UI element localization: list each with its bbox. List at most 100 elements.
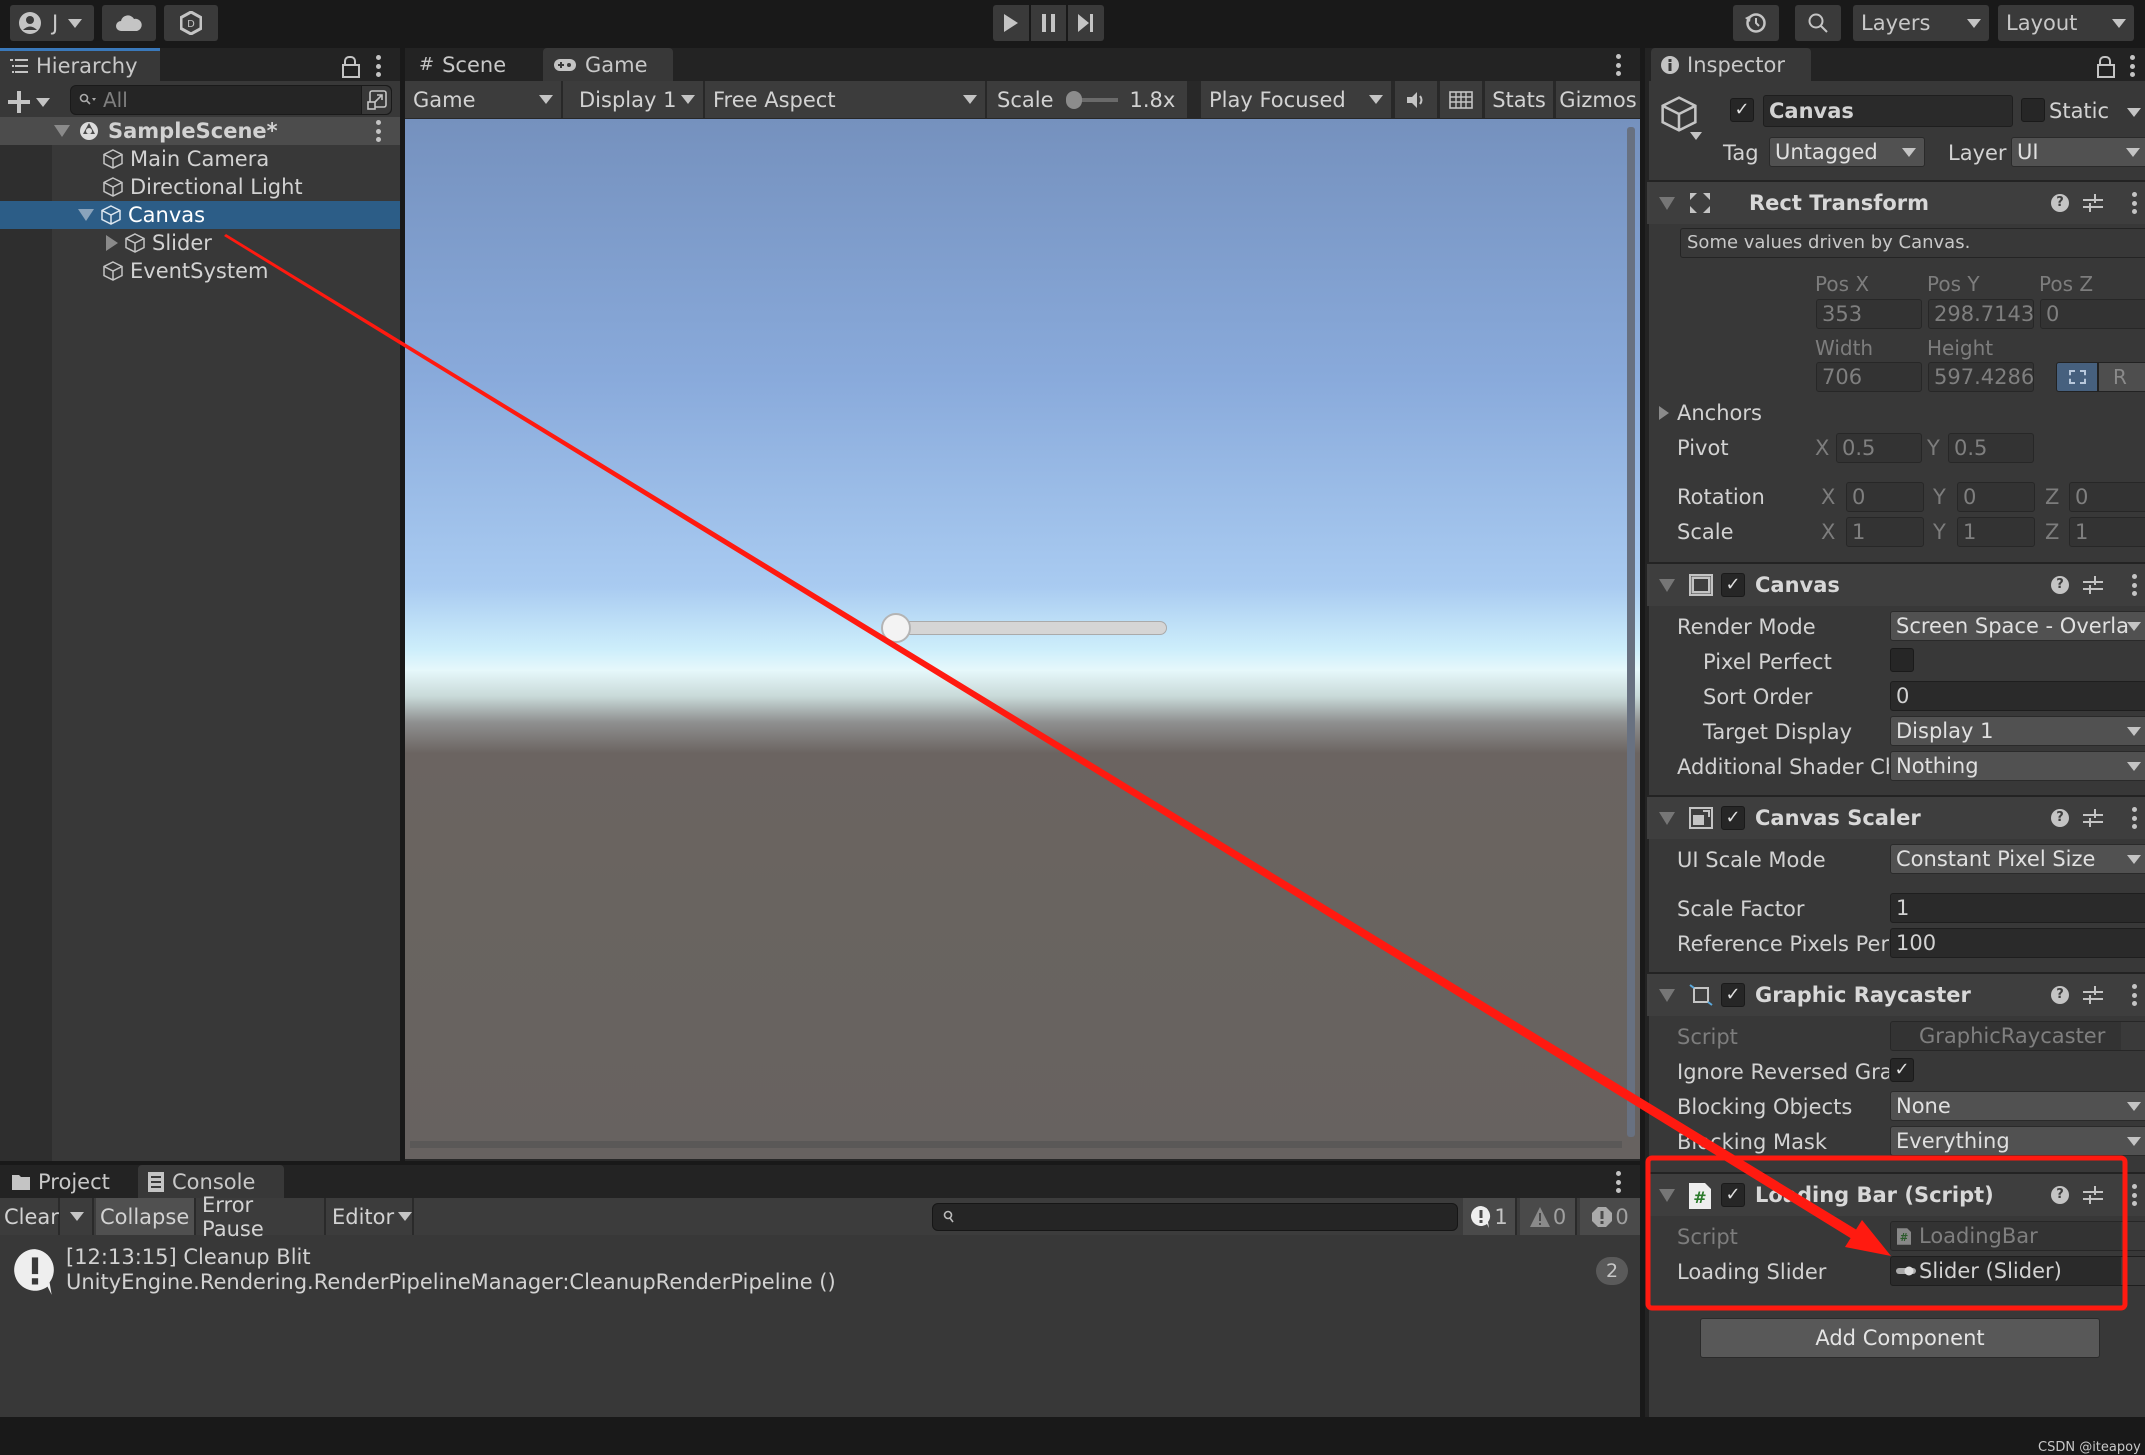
fold-arrow-icon[interactable] xyxy=(1659,197,1675,210)
ui-scale-mode-dropdown[interactable]: Constant Pixel Size xyxy=(1890,844,2145,874)
height-field[interactable]: 597.4286 xyxy=(1928,362,2034,392)
more-options-icon[interactable] xyxy=(375,55,381,77)
help-icon[interactable]: ? xyxy=(2051,1186,2069,1204)
render-mode-dropdown[interactable]: Screen Space - Overla xyxy=(1890,611,2145,641)
anchors-expand-icon[interactable] xyxy=(1659,406,1669,420)
account-button[interactable]: J xyxy=(10,5,94,41)
game-viewport[interactable] xyxy=(405,119,1640,1159)
presets-icon[interactable] xyxy=(2083,809,2103,827)
component-menu-icon[interactable] xyxy=(2131,807,2137,829)
clear-options-dropdown[interactable] xyxy=(62,1198,94,1235)
pivot-x-field[interactable]: 0.5 xyxy=(1836,433,1922,463)
static-dropdown-arrow[interactable] xyxy=(2127,108,2141,117)
canvas-component-header[interactable]: ✓ Canvas ? xyxy=(1647,562,2145,606)
blocking-mask-dropdown[interactable]: Everything xyxy=(1890,1126,2145,1156)
component-menu-icon[interactable] xyxy=(2131,1184,2137,1206)
canvas-scaler-enabled-checkbox[interactable]: ✓ xyxy=(1721,806,1745,830)
undo-history-button[interactable] xyxy=(1733,5,1779,41)
object-picker-icon[interactable] xyxy=(2121,1022,2145,1050)
clear-button[interactable]: Clear xyxy=(0,1198,60,1235)
play-button[interactable] xyxy=(993,5,1029,41)
shader-channels-dropdown[interactable]: Nothing xyxy=(1890,751,2145,781)
blueprint-mode-button[interactable] xyxy=(2056,362,2098,392)
hierarchy-item-eventsystem[interactable]: EventSystem xyxy=(0,257,400,285)
display-dropdown[interactable]: Display 1 xyxy=(563,81,703,118)
rotation-x-field[interactable]: 0 xyxy=(1846,482,1924,512)
mute-audio-button[interactable] xyxy=(1395,81,1437,118)
rotation-z-field[interactable]: 0 xyxy=(2069,482,2145,512)
width-field[interactable]: 706 xyxy=(1816,362,1922,392)
fold-arrow-icon[interactable] xyxy=(1659,812,1675,825)
tag-dropdown[interactable]: Untagged xyxy=(1769,137,1925,167)
collab-button[interactable]: D xyxy=(164,5,218,41)
more-options-icon[interactable] xyxy=(1615,1171,1621,1193)
scale-factor-field[interactable]: 1 xyxy=(1890,893,2145,923)
pos-x-field[interactable]: 353 xyxy=(1816,299,1922,329)
slider-handle[interactable] xyxy=(881,613,911,643)
hierarchy-item-directional-light[interactable]: Directional Light xyxy=(0,173,400,201)
viewport-vertical-scrollbar[interactable] xyxy=(1627,127,1635,1137)
more-options-icon[interactable] xyxy=(1615,54,1621,76)
more-options-icon[interactable] xyxy=(2129,55,2135,77)
game-ui-slider[interactable] xyxy=(881,613,1167,643)
scale-x-field[interactable]: 1 xyxy=(1846,517,1924,547)
object-name-input[interactable]: Canvas xyxy=(1763,95,2013,127)
presets-icon[interactable] xyxy=(2083,986,2103,1004)
cloud-button[interactable] xyxy=(102,5,156,41)
viewport-horizontal-scrollbar[interactable] xyxy=(410,1141,1622,1148)
pos-y-field[interactable]: 298.7143 xyxy=(1928,299,2034,329)
collapse-toggle[interactable]: Collapse xyxy=(96,1198,196,1235)
reference-pixels-field[interactable]: 100 xyxy=(1890,928,2145,958)
console-entry[interactable]: [12:13:15] Cleanup Blit UnityEngine.Rend… xyxy=(0,1237,1640,1299)
gizmos-button[interactable]: Gizmos xyxy=(1556,81,1640,118)
raw-edit-button[interactable]: R xyxy=(2098,362,2145,392)
loading-bar-script-field[interactable]: # LoadingBar xyxy=(1890,1221,2145,1251)
game-mode-dropdown[interactable]: Game xyxy=(405,81,561,118)
object-picker-icon[interactable] xyxy=(2121,1222,2145,1250)
scale-slider-thumb[interactable] xyxy=(1065,90,1082,109)
tab-project[interactable]: Project xyxy=(2,1165,136,1198)
blocking-objects-dropdown[interactable]: None xyxy=(1890,1091,2145,1121)
scale-y-field[interactable]: 1 xyxy=(1957,517,2035,547)
scale-z-field[interactable]: 1 xyxy=(2069,517,2145,547)
component-menu-icon[interactable] xyxy=(2131,192,2137,214)
component-menu-icon[interactable] xyxy=(2131,984,2137,1006)
loading-bar-enabled-checkbox[interactable]: ✓ xyxy=(1721,1183,1745,1207)
lock-icon[interactable] xyxy=(2097,56,2115,78)
scene-options-icon[interactable] xyxy=(375,120,381,142)
hierarchy-item-main-camera[interactable]: Main Camera xyxy=(0,145,400,173)
create-button[interactable] xyxy=(8,88,52,116)
active-checkbox[interactable]: ✓ xyxy=(1730,98,1754,122)
log-filter-toggle[interactable]: 1 xyxy=(1463,1198,1517,1235)
pixel-perfect-checkbox[interactable] xyxy=(1890,648,1914,672)
icon-picker-arrow[interactable] xyxy=(1690,132,1702,140)
error-pause-toggle[interactable]: Error Pause xyxy=(198,1193,326,1241)
graphic-raycaster-enabled-checkbox[interactable]: ✓ xyxy=(1721,983,1745,1007)
play-focused-dropdown[interactable]: Play Focused xyxy=(1201,81,1391,118)
layout-dropdown[interactable]: Layout xyxy=(1998,5,2134,41)
tab-scene[interactable]: # Scene xyxy=(409,48,541,81)
error-filter-toggle[interactable]: 0 xyxy=(1580,1198,1640,1235)
step-button[interactable] xyxy=(1068,5,1104,41)
ignore-reversed-checkbox[interactable]: ✓ xyxy=(1890,1058,1914,1082)
collapse-icon[interactable] xyxy=(78,209,94,221)
tab-game[interactable]: Game xyxy=(543,48,673,81)
lock-icon[interactable] xyxy=(342,56,360,78)
raycaster-script-field[interactable]: GraphicRaycaster xyxy=(1890,1021,2145,1051)
search-scene-button[interactable] xyxy=(361,86,391,114)
help-icon[interactable]: ? xyxy=(2051,986,2069,1004)
canvas-scaler-header[interactable]: ✓ Canvas Scaler ? xyxy=(1647,795,2145,839)
presets-icon[interactable] xyxy=(2083,194,2103,212)
graphic-raycaster-header[interactable]: ✓ Graphic Raycaster ? xyxy=(1647,972,2145,1016)
console-search-input[interactable] xyxy=(932,1203,1458,1231)
canvas-enabled-checkbox[interactable]: ✓ xyxy=(1721,573,1745,597)
static-checkbox[interactable] xyxy=(2021,98,2045,122)
tab-hierarchy[interactable]: Hierarchy xyxy=(0,48,160,81)
hierarchy-item-canvas[interactable]: Canvas xyxy=(0,201,400,229)
stats-button[interactable]: Stats xyxy=(1485,81,1553,118)
editor-dropdown[interactable]: Editor xyxy=(328,1198,414,1235)
rotation-y-field[interactable]: 0 xyxy=(1957,482,2035,512)
presets-icon[interactable] xyxy=(2083,1186,2103,1204)
pos-z-field[interactable]: 0 xyxy=(2040,299,2145,329)
help-icon[interactable]: ? xyxy=(2051,576,2069,594)
